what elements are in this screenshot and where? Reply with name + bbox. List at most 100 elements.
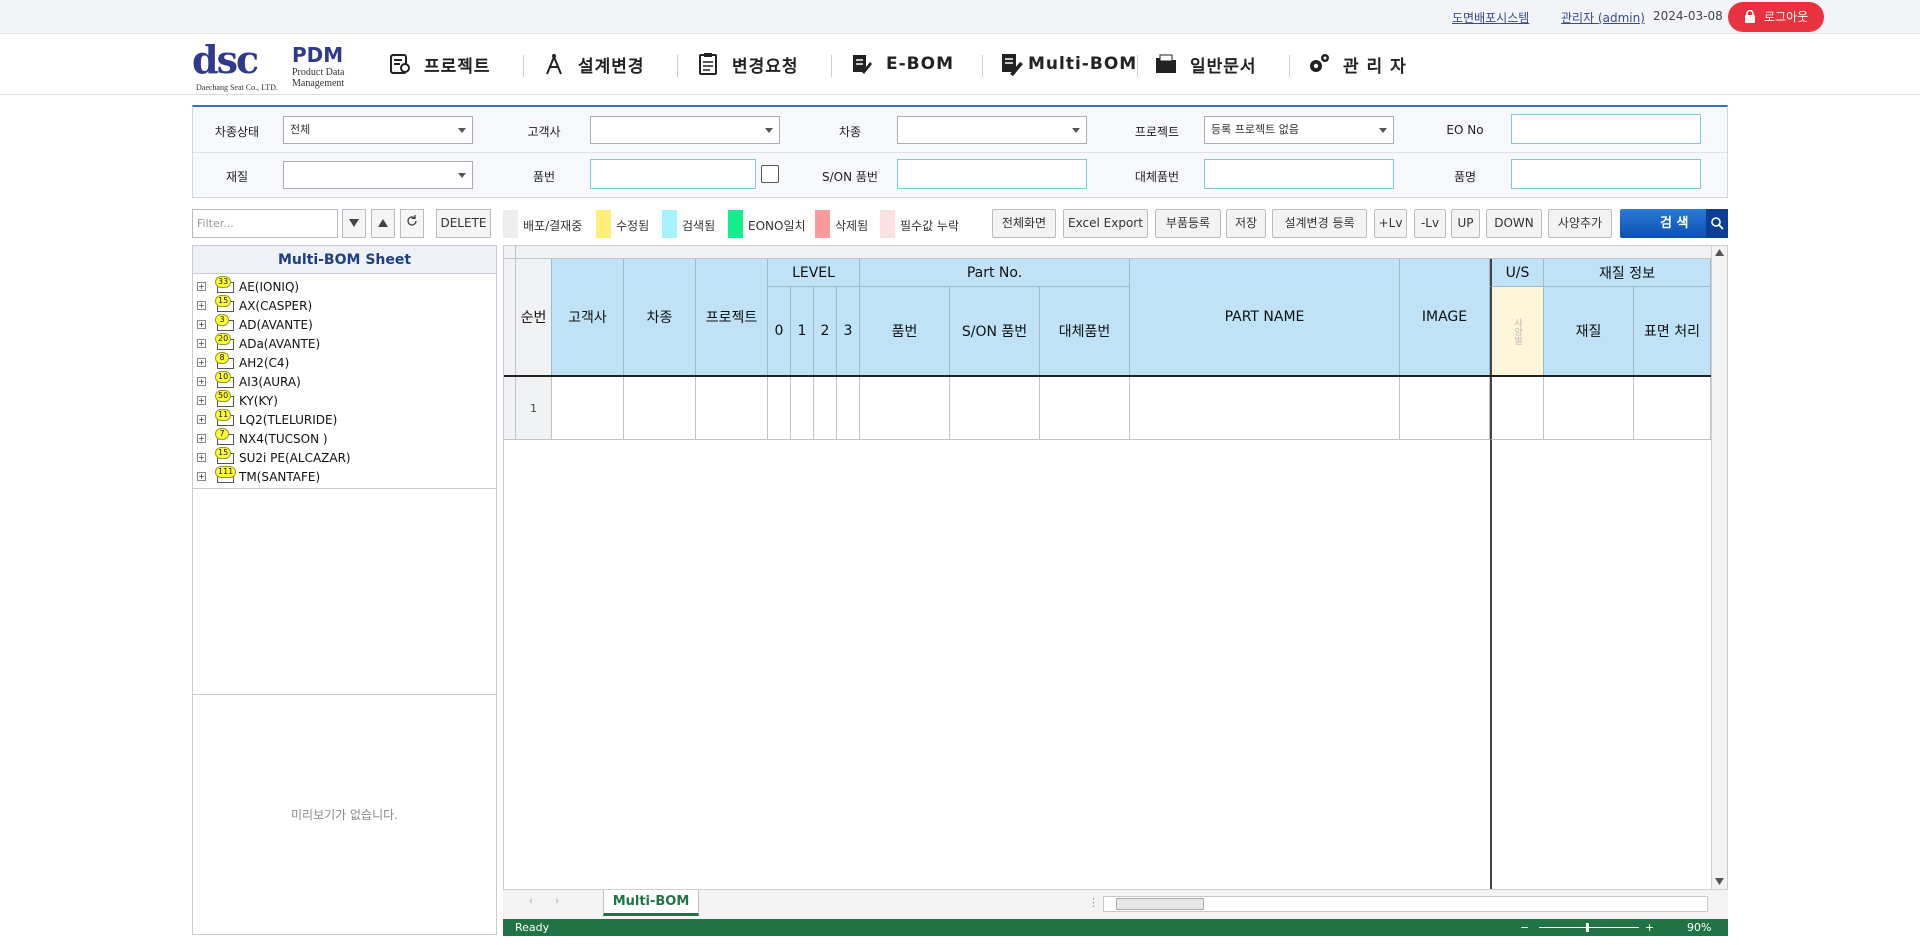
us-header: U/S xyxy=(1490,259,1544,287)
move-down-button[interactable] xyxy=(342,209,366,238)
search-icon xyxy=(1706,209,1728,238)
tree-filter-input[interactable]: Filter... xyxy=(192,209,338,238)
expand-icon[interactable]: + xyxy=(197,434,206,443)
zoom-slider-thumb[interactable] xyxy=(1586,923,1589,932)
sheet-tab-multibom[interactable]: Multi-BOM xyxy=(603,890,699,916)
seq-cell[interactable]: 1 xyxy=(516,377,552,440)
grid-cell[interactable] xyxy=(1040,377,1130,440)
column-header-strip xyxy=(516,246,1711,259)
zoom-out-icon[interactable]: − xyxy=(1520,919,1529,936)
scroll-thumb[interactable] xyxy=(1116,898,1204,910)
add-spec-button[interactable]: 사양추가 xyxy=(1548,209,1612,238)
level-up-button[interactable]: +Lv xyxy=(1374,209,1407,238)
zoom-in-icon[interactable]: + xyxy=(1645,919,1654,936)
part-name-label: 품명 xyxy=(1453,170,1477,184)
count-badge: 8 xyxy=(215,352,229,364)
level-down-button[interactable]: -Lv xyxy=(1414,209,1446,238)
legend-distributing: 배포/결재중 xyxy=(523,219,583,233)
expand-icon[interactable]: + xyxy=(197,358,206,367)
car-type-select[interactable] xyxy=(897,116,1087,144)
expand-icon[interactable]: + xyxy=(197,377,206,386)
nav-separator xyxy=(677,55,678,77)
zoom-slider[interactable] xyxy=(1539,927,1639,928)
next-sheet-icon[interactable]: › xyxy=(555,896,559,907)
nav-design-change[interactable]: 설계변경 xyxy=(542,51,645,77)
grid-cell[interactable] xyxy=(860,377,950,440)
nav-admin[interactable]: 관 리 자 xyxy=(1307,51,1407,77)
part-no-header: Part No. xyxy=(860,259,1130,287)
grid-cell[interactable] xyxy=(552,377,624,440)
expand-icon[interactable]: + xyxy=(197,472,206,481)
expand-icon[interactable]: + xyxy=(197,453,206,462)
eo-no-input[interactable] xyxy=(1511,114,1701,144)
nav-separator xyxy=(1137,55,1138,77)
splitter-icon[interactable]: ⋮ xyxy=(1088,896,1099,909)
grid-cell[interactable] xyxy=(950,377,1040,440)
part-no-input[interactable] xyxy=(590,159,756,189)
grid-cell[interactable] xyxy=(624,377,696,440)
part-no-checkbox[interactable] xyxy=(761,165,779,183)
refresh-button[interactable] xyxy=(400,209,424,238)
car-tree: +33 AE(IONIQ) +15 AX(CASPER) +3 AD(AVANTE) … xyxy=(193,274,496,489)
corner-cell[interactable] xyxy=(504,246,516,259)
row-header[interactable] xyxy=(504,377,516,440)
grid-cell[interactable] xyxy=(1634,377,1711,440)
refresh-icon xyxy=(407,215,417,226)
delete-button[interactable]: DELETE xyxy=(436,209,491,238)
expand-icon[interactable]: + xyxy=(197,282,206,291)
legend-swatch-deleted xyxy=(815,210,830,238)
logout-button[interactable]: 로그아웃 xyxy=(1728,2,1824,32)
legend-modified: 수정됨 xyxy=(616,219,650,233)
material-select[interactable] xyxy=(283,161,473,189)
grid-cell[interactable] xyxy=(1130,377,1400,440)
son-part-no-input[interactable] xyxy=(897,159,1087,189)
prev-sheet-icon[interactable]: ‹ xyxy=(529,896,533,907)
excel-export-button[interactable]: Excel Export xyxy=(1063,209,1148,238)
grid-cell[interactable] xyxy=(791,377,814,440)
grid-cell[interactable] xyxy=(768,377,791,440)
chevron-down-icon xyxy=(458,173,466,178)
user-account-link[interactable]: 관리자 (admin) xyxy=(1561,9,1645,26)
expand-icon[interactable]: + xyxy=(197,396,206,405)
grid-cell[interactable] xyxy=(696,377,768,440)
vertical-scrollbar[interactable] xyxy=(1711,246,1727,889)
chevron-down-icon xyxy=(1072,128,1080,133)
expand-icon[interactable]: + xyxy=(197,339,206,348)
car-status-select[interactable]: 전체 xyxy=(283,116,473,144)
row-down-button[interactable]: DOWN xyxy=(1486,209,1542,238)
move-up-button[interactable] xyxy=(371,209,395,238)
frozen-divider xyxy=(1490,440,1492,889)
nav-project[interactable]: 프로젝트 xyxy=(388,51,491,77)
row-up-button[interactable]: UP xyxy=(1451,209,1480,238)
nav-multibom[interactable]: Multi-BOM xyxy=(1000,51,1137,77)
design-change-register-button[interactable]: 설계변경 등록 xyxy=(1272,209,1367,238)
nav-separator xyxy=(523,55,524,77)
drawing-distribution-link[interactable]: 도면배포시스템 xyxy=(1452,9,1529,26)
part-name-input[interactable] xyxy=(1511,159,1701,189)
row-header[interactable] xyxy=(504,259,516,376)
nav-general-docs[interactable]: 일반문서 xyxy=(1154,51,1257,77)
nav-ebom[interactable]: E-BOM xyxy=(850,51,954,77)
nav-change-request[interactable]: 변경요청 xyxy=(696,51,799,77)
project-icon xyxy=(390,54,410,74)
grid-cell[interactable] xyxy=(837,377,860,440)
expand-icon[interactable]: + xyxy=(197,415,206,424)
fullscreen-button[interactable]: 전체화면 xyxy=(992,209,1056,238)
grid-cell[interactable] xyxy=(1400,377,1490,440)
customer-select[interactable] xyxy=(590,116,780,144)
grid-cell[interactable] xyxy=(814,377,837,440)
expand-icon[interactable]: + xyxy=(197,301,206,310)
alt-part-no-input[interactable] xyxy=(1204,159,1394,189)
count-badge: 10 xyxy=(215,371,232,383)
scroll-up-icon[interactable] xyxy=(1715,249,1724,256)
scroll-down-icon[interactable] xyxy=(1715,878,1724,885)
save-button[interactable]: 저장 xyxy=(1226,209,1266,238)
part-register-button[interactable]: 부품등록 xyxy=(1155,209,1221,238)
search-button[interactable]: 검 색 xyxy=(1620,209,1728,238)
dsc-pdm-logo[interactable]: dsc PDM Product Data Management Daechang… xyxy=(192,35,352,95)
expand-icon[interactable]: + xyxy=(197,320,206,329)
grid-cell[interactable] xyxy=(1490,377,1544,440)
grid-cell[interactable] xyxy=(1544,377,1634,440)
horizontal-scrollbar[interactable] xyxy=(1103,896,1708,912)
project-select[interactable]: 등록 프로젝트 없음 xyxy=(1204,116,1394,144)
